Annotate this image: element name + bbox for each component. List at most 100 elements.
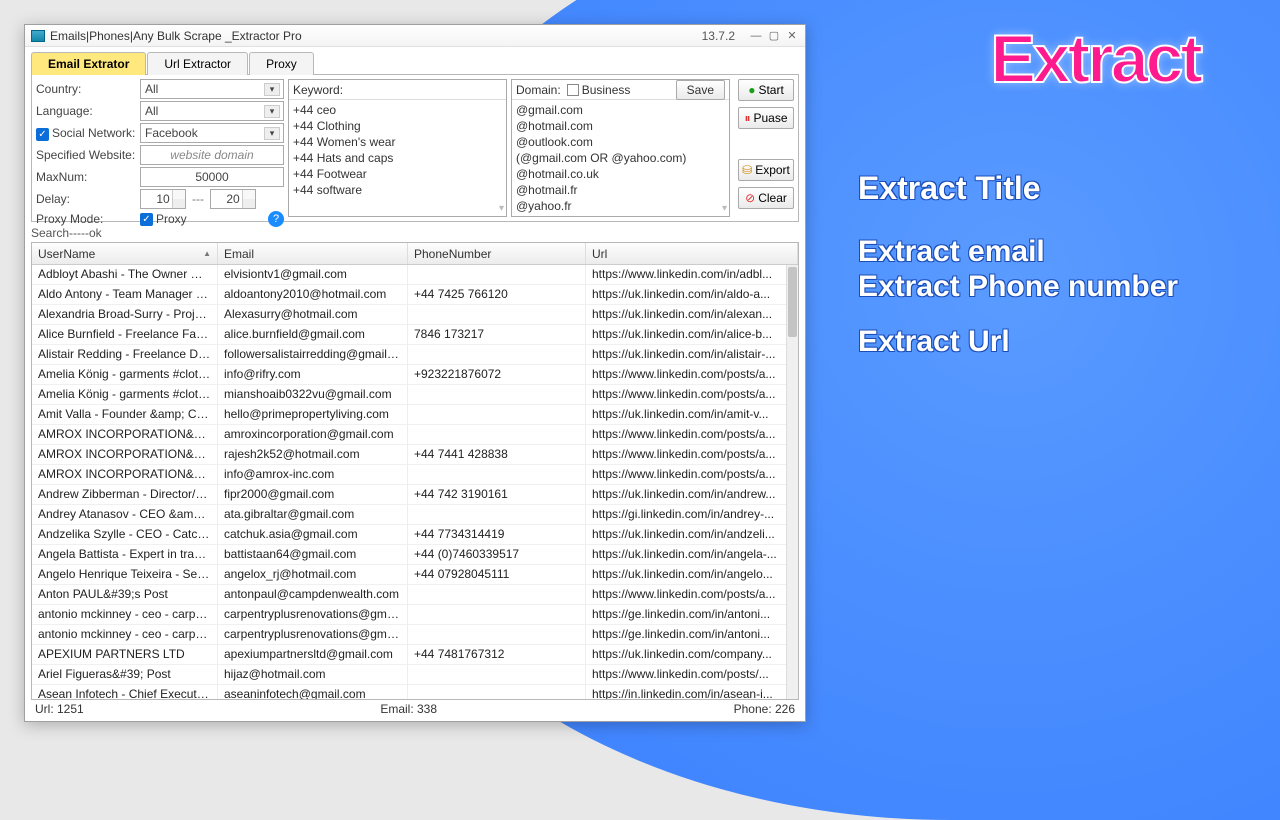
social-label: ✓Social Network: (36, 126, 140, 141)
delay-min-spinner[interactable]: 10 (140, 189, 186, 209)
cell: +44 7441 428838 (408, 445, 586, 464)
cell: aldoantony2010@hotmail.com (218, 285, 408, 304)
domain-item[interactable]: @outlook.com (516, 134, 725, 150)
table-row[interactable]: Amit Valla - Founder &amp; CEO ...hello@… (32, 405, 798, 425)
table-row[interactable]: Aldo Antony - Team Manager - Li...aldoan… (32, 285, 798, 305)
table-row[interactable]: APEXIUM PARTNERS LTDapexiumpartnersltd@g… (32, 645, 798, 665)
cell: Andrew Zibberman - Director/CE... (32, 485, 218, 504)
cell (408, 265, 586, 284)
keyword-item[interactable]: +44 Hats and caps (293, 150, 502, 166)
table-row[interactable]: AMROX INCORPORATION&#39;s...info@amrox-i… (32, 465, 798, 485)
site-input[interactable]: website domain (140, 145, 284, 165)
table-row[interactable]: Angelo Henrique Teixeira - Senior ...ang… (32, 565, 798, 585)
tab-email-extractor[interactable]: Email Extrator (31, 52, 146, 75)
pause-button[interactable]: ⏸Puase (738, 107, 794, 129)
business-checkbox[interactable] (567, 84, 579, 96)
proxy-checkbox[interactable]: ✓ (140, 213, 153, 226)
cell: https://uk.linkedin.com/in/angela-... (586, 545, 798, 564)
cell: carpentryplusrenovations@gmail.... (218, 625, 408, 644)
help-icon[interactable]: ? (268, 211, 284, 227)
table-row[interactable]: AMROX INCORPORATION&#39;s...rajesh2k52@h… (32, 445, 798, 465)
results-grid[interactable]: UserName Email PhoneNumber Url Adbloyt A… (31, 242, 799, 700)
keyword-item[interactable]: +44 ceo (293, 102, 502, 118)
keyword-head: Keyword: (293, 83, 343, 97)
maxnum-input[interactable]: 50000 (140, 167, 284, 187)
export-button[interactable]: ⛁Export (738, 159, 794, 181)
maximize-button[interactable]: ▢ (767, 29, 781, 43)
table-row[interactable]: Alice Burnfield - Freelance Fashion...al… (32, 325, 798, 345)
cell: rajesh2k52@hotmail.com (218, 445, 408, 464)
grid-scrollbar[interactable] (786, 265, 798, 699)
delay-max-spinner[interactable]: 20 (210, 189, 256, 209)
cell: info@rifry.com (218, 365, 408, 384)
cell: Asean Infotech - Chief Executive ... (32, 685, 218, 699)
cell: aseaninfotech@gmail.com (218, 685, 408, 699)
language-select[interactable]: All (140, 101, 284, 121)
cell: Anton PAUL&#39;s Post (32, 585, 218, 604)
col-email[interactable]: Email (218, 243, 408, 264)
domain-item[interactable]: @yahoo.fr (516, 198, 725, 214)
tab-strip: Email Extrator Url Extractor Proxy (25, 47, 805, 74)
cell: Alexandria Broad-Surry - Project ... (32, 305, 218, 324)
cell: +44 742 3190161 (408, 485, 586, 504)
cell: +44 (0)7460339517 (408, 545, 586, 564)
domain-item[interactable]: @hotmail.com (516, 118, 725, 134)
table-row[interactable]: antonio mckinney - ceo - carpentr...carp… (32, 605, 798, 625)
domain-item[interactable]: @hotmail.fr (516, 182, 725, 198)
table-row[interactable]: Alexandria Broad-Surry - Project ...Alex… (32, 305, 798, 325)
table-row[interactable]: Adbloyt Abashi - The Owner CEO:...elvisi… (32, 265, 798, 285)
table-row[interactable]: Anton PAUL&#39;s Postantonpaul@campdenwe… (32, 585, 798, 605)
status-email: Email: 338 (380, 702, 437, 720)
col-url[interactable]: Url (586, 243, 798, 264)
status-bar: Url: 1251 Email: 338 Phone: 226 (31, 702, 799, 720)
keyword-item[interactable]: +44 Footwear (293, 166, 502, 182)
cell (408, 385, 586, 404)
table-row[interactable]: antonio mckinney - ceo - carpentr...carp… (32, 625, 798, 645)
cell: https://uk.linkedin.com/in/amit-v... (586, 405, 798, 424)
cell (408, 505, 586, 524)
cell: Angela Battista - Expert in traditio... (32, 545, 218, 564)
minimize-button[interactable]: — (749, 29, 763, 43)
keyword-item[interactable]: +44 Women's wear (293, 134, 502, 150)
table-row[interactable]: Angela Battista - Expert in traditio...b… (32, 545, 798, 565)
domain-item[interactable]: (@gmail.com OR @yahoo.com) (516, 150, 725, 166)
close-button[interactable]: ✕ (785, 29, 799, 43)
table-row[interactable]: Ariel Figueras&#39; Posthijaz@hotmail.co… (32, 665, 798, 685)
business-label: Business (582, 83, 631, 97)
titlebar[interactable]: Emails|Phones|Any Bulk Scrape _Extractor… (25, 25, 805, 47)
domain-item[interactable]: @hotmail.co.uk (516, 166, 725, 182)
table-row[interactable]: Amelia König - garments #clothin...info@… (32, 365, 798, 385)
scrollbar-thumb[interactable] (788, 267, 797, 337)
clear-button[interactable]: ⊘Clear (738, 187, 794, 209)
social-checkbox[interactable]: ✓ (36, 128, 49, 141)
social-select[interactable]: Facebook (140, 123, 284, 143)
grid-header: UserName Email PhoneNumber Url (32, 243, 798, 265)
domain-item[interactable]: @gmail.com (516, 102, 725, 118)
cell (408, 425, 586, 444)
tab-url-extractor[interactable]: Url Extractor (147, 52, 248, 75)
cell: Aldo Antony - Team Manager - Li... (32, 285, 218, 304)
keyword-listbox[interactable]: Keyword: +44 ceo+44 Clothing+44 Women's … (288, 79, 507, 217)
keyword-item[interactable]: +44 Clothing (293, 118, 502, 134)
table-row[interactable]: Andrey Atanasov - CEO &amp;Fo...ata.gibr… (32, 505, 798, 525)
domain-listbox[interactable]: Domain: Business Save @gmail.com@hotmail… (511, 79, 730, 217)
keyword-item[interactable]: +44 software (293, 182, 502, 198)
cell: https://uk.linkedin.com/in/andrew... (586, 485, 798, 504)
table-row[interactable]: Asean Infotech - Chief Executive ...asea… (32, 685, 798, 699)
table-row[interactable]: Amelia König - garments #clothin...mians… (32, 385, 798, 405)
table-row[interactable]: Andrew Zibberman - Director/CE...fipr200… (32, 485, 798, 505)
cell: Ariel Figueras&#39; Post (32, 665, 218, 684)
col-username[interactable]: UserName (32, 243, 218, 264)
table-row[interactable]: AMROX INCORPORATION&#39;s...amroxincorpo… (32, 425, 798, 445)
start-button[interactable]: ●Start (738, 79, 794, 101)
country-select[interactable]: All (140, 79, 284, 99)
table-row[interactable]: Alistair Redding - Freelance DoP a...fol… (32, 345, 798, 365)
tab-proxy[interactable]: Proxy (249, 52, 314, 75)
cell: https://uk.linkedin.com/in/angelo... (586, 565, 798, 584)
col-phone[interactable]: PhoneNumber (408, 243, 586, 264)
cell: antonpaul@campdenwealth.com (218, 585, 408, 604)
save-button[interactable]: Save (676, 80, 725, 100)
table-row[interactable]: Andzelika Szylle - CEO - CatchAScatchuk.… (32, 525, 798, 545)
cell: ata.gibraltar@gmail.com (218, 505, 408, 524)
cell: carpentryplusrenovations@gmail.... (218, 605, 408, 624)
